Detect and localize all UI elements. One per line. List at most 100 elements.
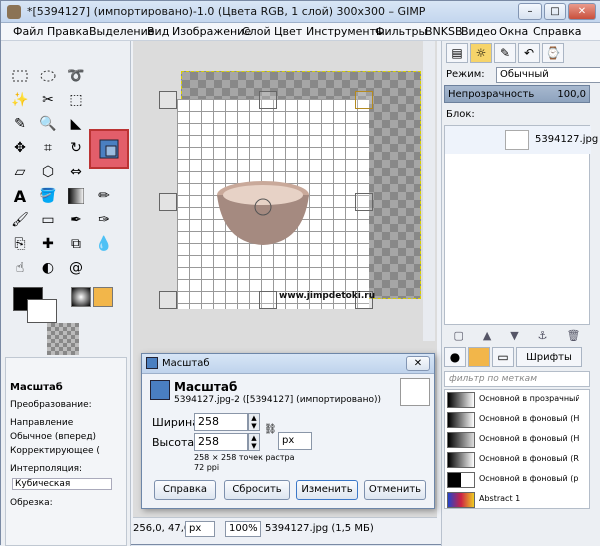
close-button[interactable]: ✕ [568, 3, 596, 20]
handle-ml[interactable] [159, 193, 177, 211]
ellipse-select-icon[interactable] [37, 65, 59, 87]
mode-combo[interactable]: Обычный [496, 67, 600, 83]
color-picker-icon[interactable]: ✎ [9, 113, 31, 135]
menu-image[interactable]: Изображение [172, 25, 251, 38]
rotate-icon[interactable]: ↻ [65, 137, 87, 159]
tag-filter-input[interactable]: фильтр по меткам [444, 371, 590, 387]
menu-tools[interactable]: Инструменты [306, 25, 385, 38]
new-layer-icon[interactable]: ▢ [453, 329, 463, 342]
menu-windows[interactable]: Окна [499, 25, 528, 38]
shear-icon[interactable]: ▱ [9, 161, 31, 183]
gradient-row[interactable]: Основной в фоновый (RGB) [445, 450, 589, 470]
width-spinner[interactable]: ▲ ▼ [248, 413, 260, 431]
image-thumbnail[interactable] [47, 323, 79, 355]
gradients-tab-icon[interactable]: ▭ [492, 347, 514, 367]
menu-bnksb[interactable]: BNKSB [425, 25, 463, 38]
delete-layer-icon[interactable]: 🗑 [567, 329, 581, 342]
gradient-row[interactable]: Основной в прозрачный [445, 390, 589, 410]
direction-normal-radio[interactable]: Обычное (вперед) [10, 432, 96, 442]
gradient-row[interactable]: Основной в фоновый (HSV [445, 410, 589, 430]
maximize-button[interactable]: □ [544, 3, 566, 20]
smudge-icon[interactable]: ☝ [9, 257, 31, 279]
crop-icon[interactable]: ⌗ [37, 137, 59, 159]
history-tab-icon[interactable]: ⌚ [542, 43, 564, 63]
minimize-button[interactable]: – [518, 3, 542, 20]
channels-tab-icon[interactable]: ☼ [470, 43, 492, 63]
bucket-fill-icon[interactable]: 🪣 [37, 185, 59, 207]
menu-video[interactable]: Видео [461, 25, 497, 38]
blend-icon[interactable] [65, 185, 87, 207]
menu-edit[interactable]: Правка [47, 25, 89, 38]
perspective-clone-icon[interactable]: ⧉ [65, 233, 87, 255]
rect-select-icon[interactable] [9, 65, 31, 87]
scale-button[interactable]: Изменить [296, 480, 358, 500]
handle-tr[interactable] [355, 91, 373, 109]
brush-swatch[interactable] [71, 287, 91, 307]
direction-corrective-radio[interactable]: Корректирующее ( [10, 446, 100, 456]
width-input[interactable]: 258 [194, 413, 248, 431]
measure-icon[interactable]: ◣ [65, 113, 87, 135]
pattern-swatch[interactable] [93, 287, 113, 307]
handle-tl[interactable] [159, 91, 177, 109]
paths-tab-icon[interactable]: ✎ [494, 43, 516, 63]
handle-bl[interactable] [159, 291, 177, 309]
background-color-swatch[interactable] [27, 299, 57, 323]
handle-mr[interactable] [355, 193, 373, 211]
vertical-scrollbar[interactable] [423, 41, 435, 341]
cancel-button[interactable]: Отменить [364, 480, 426, 500]
chain-link-icon[interactable]: ⛓ [264, 424, 277, 446]
gradient-row[interactable]: Основной в фоновый (резк [445, 470, 589, 490]
interpolation-combo[interactable]: Кубическая [12, 478, 112, 490]
move-icon[interactable]: ✥ [9, 137, 31, 159]
dodge-icon[interactable]: ◐ [37, 257, 59, 279]
undo-tab-icon[interactable]: ↶ [518, 43, 540, 63]
layers-tab-icon[interactable]: ▤ [446, 43, 468, 63]
lasso-icon[interactable]: ➰ [65, 65, 87, 87]
height-input[interactable]: 258 [194, 433, 248, 451]
ink-icon[interactable]: ✑ [93, 209, 115, 231]
zoom-select[interactable]: 100% [225, 521, 261, 537]
menu-layer[interactable]: Слой [242, 25, 271, 38]
handle-tc[interactable] [259, 91, 277, 109]
flip-icon[interactable]: ⇔ [65, 161, 87, 183]
height-spinner[interactable]: ▲ ▼ [248, 433, 260, 451]
gradient-row[interactable]: Основной в фоновый (HSV [445, 430, 589, 450]
blur-icon[interactable]: 💧 [93, 233, 115, 255]
eraser-icon[interactable]: ▭ [37, 209, 59, 231]
opacity-slider[interactable]: Непрозрачность 100,0 [444, 85, 590, 103]
fonts-tab[interactable]: Шрифты [516, 347, 582, 367]
dialog-close-button[interactable]: ✕ [406, 356, 430, 371]
handle-bc[interactable] [259, 291, 277, 309]
layer-down-icon[interactable]: ▼ [510, 329, 518, 342]
reset-button[interactable]: Сбросить [224, 480, 290, 500]
clone-icon[interactable]: ⎘ [9, 233, 31, 255]
layer-row[interactable]: 5394127.jpg [445, 126, 598, 154]
swirl-icon[interactable]: @ [65, 257, 87, 279]
help-button[interactable]: Справка [154, 480, 216, 500]
perspective-icon[interactable]: ⬡ [37, 161, 59, 183]
airbrush-icon[interactable]: ✒ [65, 209, 87, 231]
menu-file[interactable]: Файл [13, 25, 43, 38]
scissors-icon[interactable]: ✂ [37, 89, 59, 111]
menu-filters[interactable]: Фильтры [375, 25, 427, 38]
layer-up-icon[interactable]: ▲ [483, 329, 491, 342]
pencil-icon[interactable]: ✏ [93, 185, 115, 207]
menu-color[interactable]: Цвет [274, 25, 302, 38]
anchor-icon[interactable]: ⚓ [538, 329, 548, 342]
zoom-icon[interactable]: 🔍 [37, 113, 59, 135]
gradients-tabs: ● ▭ Шрифты [444, 347, 590, 369]
heal-icon[interactable]: ✚ [37, 233, 59, 255]
text-icon[interactable]: A [9, 185, 31, 207]
menu-select[interactable]: Выделение [89, 25, 155, 38]
foreground-select-icon[interactable]: ⬚ [65, 89, 87, 111]
gradient-row[interactable]: Abstract 1 [445, 490, 589, 508]
menu-view[interactable]: Вид [147, 25, 169, 38]
brushes-tab-icon[interactable]: ● [444, 347, 466, 367]
patterns-tab-icon[interactable] [468, 347, 490, 367]
fuzzy-select-icon[interactable]: ✨ [9, 89, 31, 111]
menu-help[interactable]: Справка [533, 25, 581, 38]
paintbrush-icon[interactable]: 🖌 [9, 209, 31, 231]
unit-select[interactable]: px [185, 521, 215, 537]
scale-tool-icon[interactable] [89, 129, 129, 169]
unit-select[interactable]: px [278, 432, 312, 450]
